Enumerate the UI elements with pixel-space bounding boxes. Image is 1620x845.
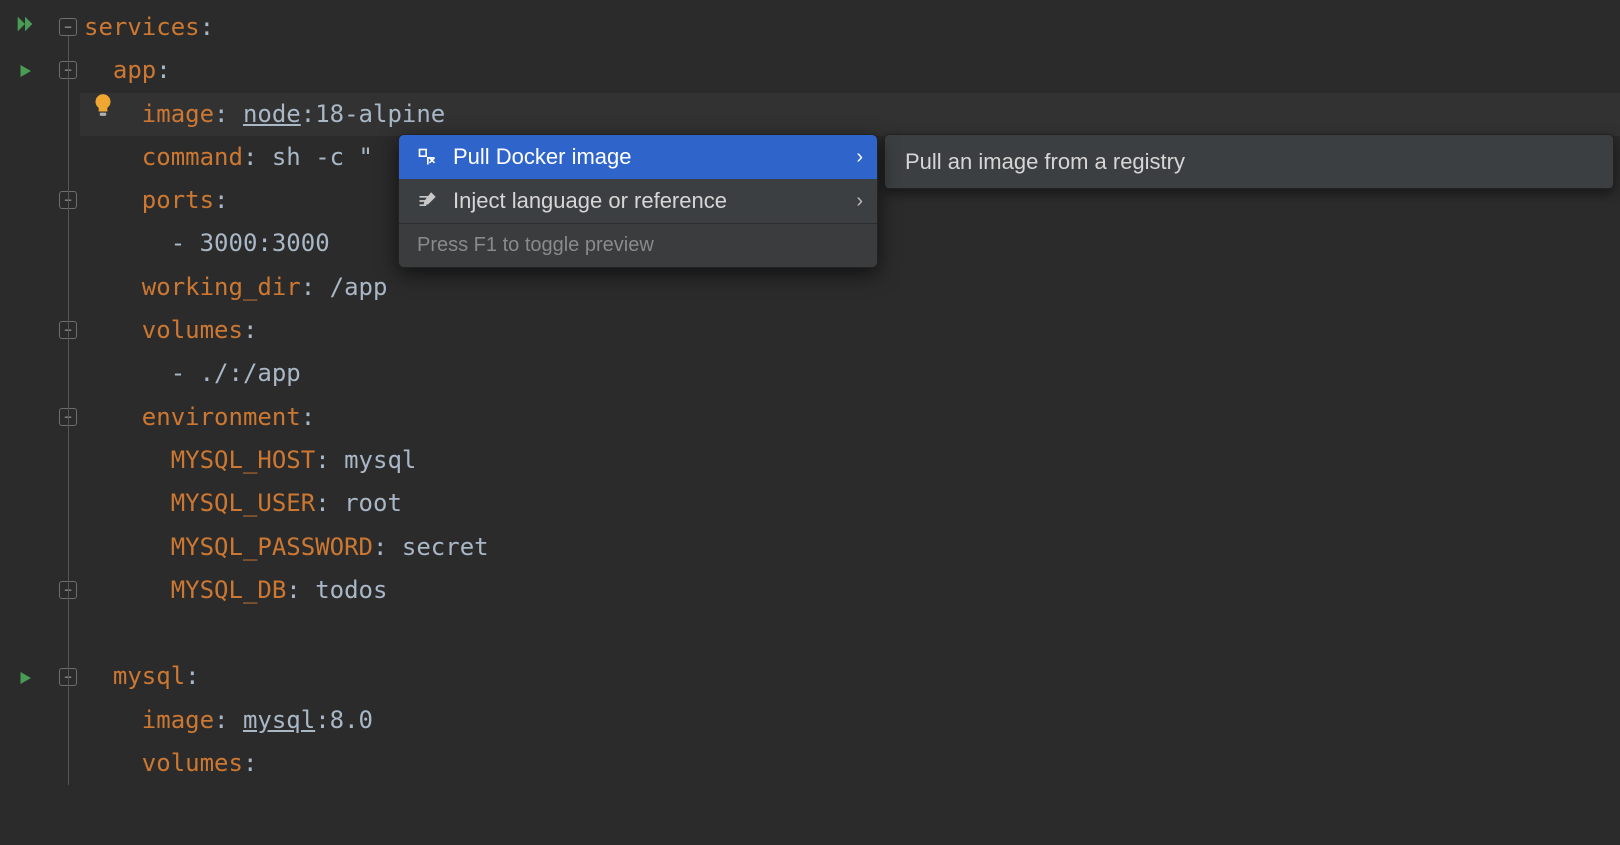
fold-handle-icon[interactable] xyxy=(59,18,77,36)
code-line[interactable]: volumes: xyxy=(80,309,1620,352)
pull-image-icon xyxy=(413,147,441,167)
chevron-right-icon: › xyxy=(856,146,863,169)
intention-bulb-icon[interactable] xyxy=(90,92,118,120)
code-line[interactable]: volumes: xyxy=(80,742,1620,785)
run-service-icon[interactable] xyxy=(12,665,38,691)
code-line[interactable]: app: xyxy=(80,49,1620,92)
code-area[interactable]: services: app: image: node:18-alpine com… xyxy=(80,0,1620,845)
code-line[interactable]: - ./:/app xyxy=(80,352,1620,395)
code-line[interactable]: MYSQL_USER: root xyxy=(80,482,1620,525)
code-line[interactable]: working_dir: /app xyxy=(80,266,1620,309)
intention-item[interactable]: Pull Docker image› xyxy=(399,135,877,179)
intention-tooltip: Pull an image from a registry xyxy=(884,134,1614,189)
code-line[interactable]: mysql: xyxy=(80,655,1620,698)
intention-item-label: Pull Docker image xyxy=(453,144,856,170)
intention-popup-footer: Press F1 to toggle preview xyxy=(399,223,877,267)
code-line[interactable]: services: xyxy=(80,6,1620,49)
intention-item[interactable]: Inject language or reference› xyxy=(399,179,877,223)
code-line[interactable]: image: node:18-alpine xyxy=(80,93,1620,136)
code-editor: services: app: image: node:18-alpine com… xyxy=(0,0,1620,845)
code-line[interactable]: MYSQL_HOST: mysql xyxy=(80,439,1620,482)
intention-item-label: Inject language or reference xyxy=(453,188,856,214)
run-service-icon[interactable] xyxy=(12,58,38,84)
code-line[interactable]: MYSQL_PASSWORD: secret xyxy=(80,526,1620,569)
code-line[interactable] xyxy=(80,612,1620,655)
code-line[interactable]: MYSQL_DB: todos xyxy=(80,569,1620,612)
fold-guide-line xyxy=(68,36,69,785)
code-line[interactable]: environment: xyxy=(80,396,1620,439)
gutter xyxy=(0,0,80,845)
intention-popup: Pull Docker image›Inject language or ref… xyxy=(398,134,878,268)
tooltip-text: Pull an image from a registry xyxy=(905,149,1185,175)
run-all-icon[interactable] xyxy=(12,11,38,37)
chevron-right-icon: › xyxy=(856,190,863,213)
code-line[interactable]: image: mysql:8.0 xyxy=(80,699,1620,742)
inject-language-icon xyxy=(413,191,441,211)
